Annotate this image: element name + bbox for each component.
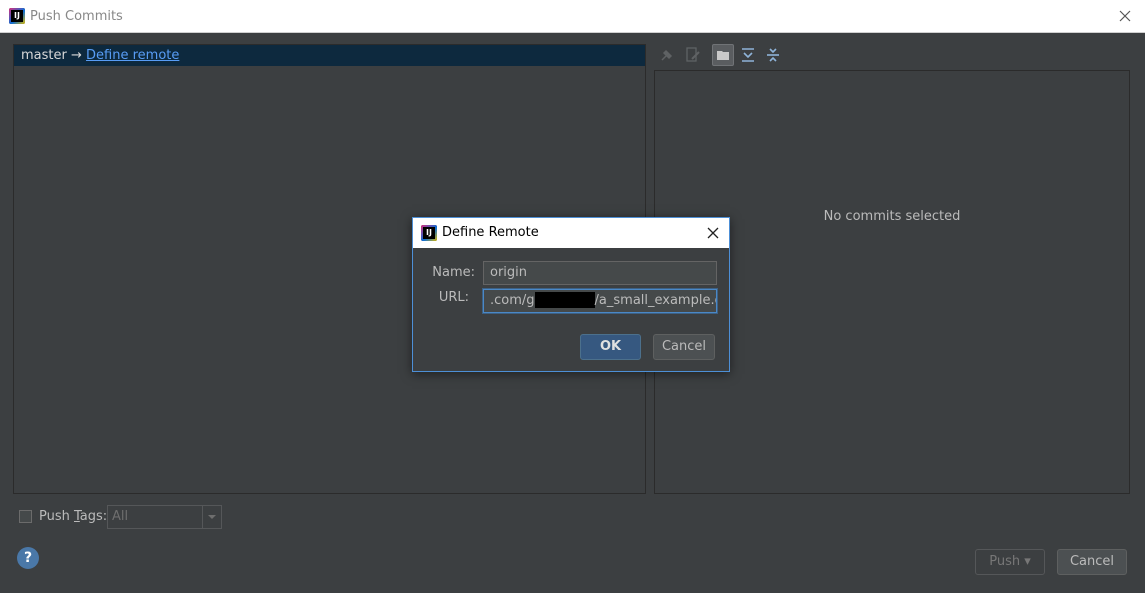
push-tags-combo-value: All <box>112 509 129 524</box>
intellij-logo-icon: IJ <box>421 225 437 241</box>
window-title: Push Commits <box>30 9 123 24</box>
chevron-down-icon[interactable] <box>202 506 221 528</box>
push-tags-combo[interactable]: All <box>107 505 222 529</box>
push-tags-checkbox[interactable] <box>19 510 32 523</box>
intellij-logo-icon: IJ <box>9 8 25 24</box>
redacted-block <box>534 291 595 308</box>
pin-icon[interactable] <box>656 44 678 66</box>
remote-url-prefix: .com/g <box>490 293 535 308</box>
remote-name-input[interactable]: origin <box>483 261 717 285</box>
expand-all-icon[interactable] <box>737 44 759 66</box>
define-remote-link[interactable]: Define remote <box>86 48 179 63</box>
remote-url-input[interactable]: .com/g/a_small_example.git <box>483 289 717 313</box>
branch-name: master <box>21 48 67 63</box>
remote-url-suffix: /a_small_example.git <box>594 293 716 308</box>
branch-arrow: → <box>70 48 82 63</box>
help-button[interactable]: ? <box>17 547 39 569</box>
dialog-cancel-button[interactable]: Cancel <box>653 334 715 360</box>
dialog-close-icon[interactable] <box>703 223 723 243</box>
branch-row[interactable]: master → Define remote <box>14 45 645 66</box>
window-close-icon[interactable] <box>1115 6 1135 26</box>
cancel-button[interactable]: Cancel <box>1057 549 1127 575</box>
url-label: URL: <box>438 290 469 305</box>
push-button[interactable]: Push ▾ <box>975 549 1045 575</box>
edit-source-icon[interactable] <box>682 44 704 66</box>
collapse-all-icon[interactable] <box>762 44 784 66</box>
remote-name-value: origin <box>490 265 528 280</box>
ok-button[interactable]: OK <box>580 334 641 360</box>
dialog-title: Define Remote <box>442 225 539 240</box>
group-by-directory-icon[interactable] <box>712 44 734 66</box>
window-titlebar: IJ Push Commits <box>0 0 1145 33</box>
name-label: Name: <box>432 265 475 280</box>
dialog-titlebar: IJ Define Remote <box>413 218 729 248</box>
define-remote-dialog: IJ Define Remote Name: origin URL: .com/… <box>412 217 730 372</box>
push-tags-label: Push Tags: <box>39 509 108 524</box>
